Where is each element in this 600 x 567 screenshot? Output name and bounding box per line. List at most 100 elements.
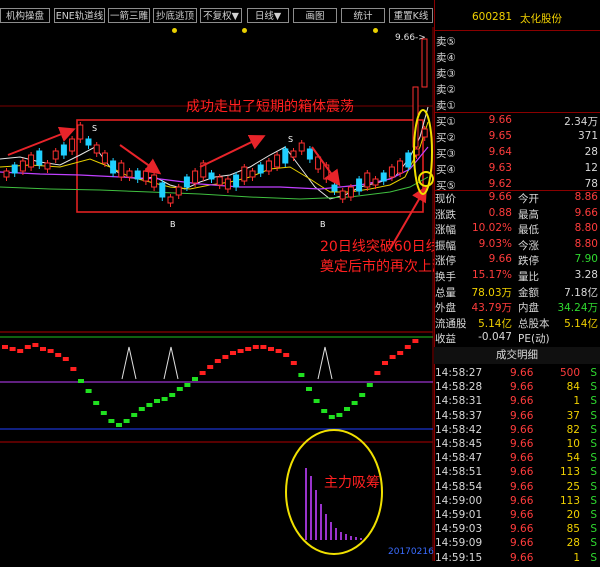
- kline-chart[interactable]: 9.66-> S S B B 成功走出了短期的箱体震荡 20日线突破60日线的压…: [0, 27, 434, 561]
- stat-row: 涨跌 0.88 最高 9.66: [434, 206, 600, 222]
- osc-bar: [123, 419, 130, 423]
- osc-peak: [121, 346, 137, 380]
- stat-label: 最低: [518, 224, 539, 237]
- stat-label: 涨停: [435, 255, 456, 268]
- toolbar-button-period[interactable]: 日线▼: [247, 8, 289, 23]
- tick-price: 9.66: [510, 551, 534, 564]
- bid-volume: 371: [577, 130, 598, 142]
- buy-marker: B: [170, 220, 176, 229]
- tick-price: 9.66: [510, 537, 534, 550]
- stat-label: 今涨: [518, 239, 539, 252]
- candle: [257, 164, 264, 174]
- bid-price: 9.65: [488, 130, 512, 142]
- stat-label: 总股本: [518, 317, 550, 330]
- stat-label: 涨跌: [435, 208, 456, 221]
- annotation-ma-break-2: 奠定后市的再次上涨的基础: [320, 258, 434, 275]
- toolbar-button-stats[interactable]: 统计: [341, 8, 385, 23]
- osc-bar: [100, 411, 107, 415]
- tick-volume: 85: [566, 523, 580, 536]
- toolbar-button-yijian[interactable]: 一箭三雕: [108, 8, 150, 23]
- ask-label: 卖②: [436, 84, 456, 96]
- osc-bar: [2, 345, 8, 349]
- tick-time: 14:58:47: [435, 452, 483, 465]
- osc-bar: [321, 409, 328, 413]
- candle: [208, 172, 215, 180]
- tick-side: S: [590, 480, 597, 493]
- candle: [347, 186, 354, 198]
- osc-bar: [230, 351, 236, 355]
- candle: [3, 170, 10, 178]
- osc-bar: [116, 423, 122, 427]
- stat-label: 内盘: [518, 302, 539, 315]
- candle: [421, 38, 428, 88]
- osc-bar: [154, 399, 160, 403]
- toolbar-button-ene[interactable]: ENE轨道线: [54, 8, 105, 23]
- stock-name: 太化股份: [520, 13, 562, 25]
- osc-bar: [85, 389, 92, 393]
- candlestick-series: [3, 38, 428, 207]
- osc-bar: [298, 373, 305, 377]
- stat-label: PE(动): [518, 333, 550, 346]
- ma-line-green: [0, 176, 429, 200]
- candle: [364, 172, 371, 188]
- candle: [421, 128, 428, 138]
- osc-bar: [252, 345, 259, 349]
- stock-header: 600281 太化股份: [434, 9, 600, 27]
- toolbar-button-chaodi[interactable]: 抄底逃顶: [153, 8, 197, 23]
- tick-price: 9.66: [510, 466, 534, 479]
- osc-bar: [93, 401, 100, 405]
- tick-volume: 113: [559, 494, 580, 507]
- osc-bar: [336, 413, 343, 417]
- osc-bar: [260, 345, 267, 349]
- toolbar-button-reset[interactable]: 重置K线: [389, 8, 433, 23]
- osc-bar: [199, 371, 206, 375]
- ask-label: 卖④: [436, 52, 456, 64]
- candle: [159, 182, 166, 198]
- ticks-title: 成交明细: [434, 347, 600, 364]
- stat-label: 量比: [518, 271, 539, 283]
- tick-volume: 20: [566, 509, 580, 521]
- tick-side: S: [590, 551, 597, 564]
- tick-side: S: [590, 523, 597, 536]
- candle: [101, 152, 108, 164]
- osc-bar: [146, 403, 153, 407]
- bid-volume: 12: [584, 162, 598, 174]
- osc-peak: [163, 346, 179, 380]
- osc-bar: [176, 387, 183, 391]
- candle: [380, 172, 387, 182]
- tick-side: S: [590, 438, 597, 450]
- tick-row: 14:59:15 9.66 1 S: [434, 551, 600, 567]
- sell-marker: S: [92, 124, 97, 133]
- bid-row: 买④ 9.63 12: [434, 161, 600, 177]
- stat-value: 15.17%: [471, 269, 512, 281]
- bid-row: 买③ 9.64 28: [434, 145, 600, 161]
- osc-bar: [237, 349, 244, 353]
- toolbar-button-jigou[interactable]: 机构操盘: [0, 8, 50, 23]
- tick-side: S: [590, 494, 597, 507]
- tick-time: 14:59:03: [435, 523, 483, 536]
- tick-time: 14:58:42: [435, 423, 483, 436]
- tick-price: 9.66: [510, 367, 534, 379]
- toolbar-button-draw[interactable]: 画图: [293, 8, 337, 23]
- candle: [69, 138, 76, 152]
- osc-bar: [344, 407, 350, 411]
- sell-marker: S: [288, 135, 293, 144]
- candle: [233, 174, 240, 188]
- candle: [151, 174, 158, 188]
- candle: [405, 152, 412, 168]
- stat-label: 振幅: [435, 239, 456, 252]
- candle: [77, 124, 84, 140]
- accumulation-ellipse: [285, 429, 383, 555]
- candle: [397, 160, 404, 174]
- tick-price: 9.66: [510, 395, 534, 408]
- toolbar-button-fuquan[interactable]: 不复权▼: [200, 8, 242, 23]
- candle: [93, 144, 100, 154]
- trend-arrow: [119, 144, 162, 175]
- bid-volume: 28: [584, 146, 598, 158]
- bid-label: 买③: [436, 148, 456, 160]
- bid-volume: 2.34万: [564, 116, 598, 128]
- stat-value: 9.66: [574, 206, 598, 219]
- stat-row: 总量 78.03万 金额 7.18亿: [434, 284, 600, 300]
- osc-bar: [108, 419, 115, 423]
- candle: [372, 178, 379, 186]
